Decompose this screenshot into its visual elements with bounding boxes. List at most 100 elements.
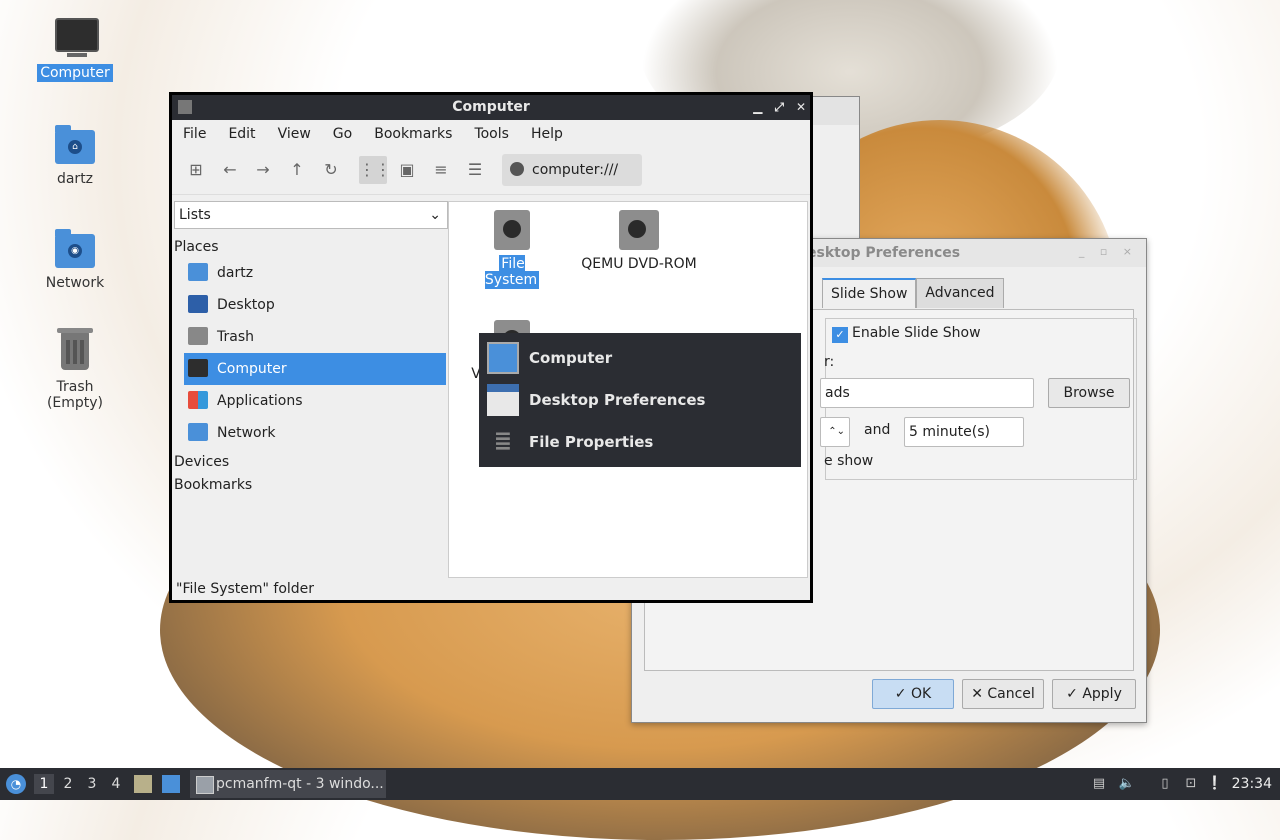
- desktop-icon-computer[interactable]: Computer: [25, 16, 125, 82]
- window-switcher: Computer Desktop Preferences ≣ File Prop…: [479, 333, 801, 467]
- devices-header[interactable]: Devices: [174, 454, 229, 470]
- apply-button[interactable]: ✓ Apply: [1052, 679, 1136, 709]
- menu-bookmarks[interactable]: Bookmarks: [367, 126, 459, 142]
- tab-bar: Slide Show Advanced: [822, 278, 1004, 308]
- switcher-item-file-properties[interactable]: ≣ File Properties: [483, 421, 797, 463]
- menu-edit[interactable]: Edit: [221, 126, 262, 142]
- tab-advanced[interactable]: Advanced: [916, 278, 1004, 308]
- sidebar-item-label: Trash: [217, 329, 254, 345]
- places-header[interactable]: Places: [174, 239, 219, 255]
- removable-media-icon[interactable]: ▯: [1156, 775, 1174, 793]
- menu-help[interactable]: Help: [524, 126, 570, 142]
- workspace-4[interactable]: 4: [106, 774, 126, 794]
- chevron-down-icon: ⌄: [429, 207, 441, 223]
- trash-icon: [188, 327, 208, 345]
- desktop-icon-trash[interactable]: Trash (Empty): [25, 328, 125, 412]
- sidebar-item-trash[interactable]: Trash: [184, 321, 446, 353]
- back-icon[interactable]: ←: [216, 156, 244, 184]
- up-icon[interactable]: ↑: [283, 156, 311, 184]
- sidebar-item-label: Network: [217, 425, 276, 441]
- side-pane: Lists ⌄ Places dartz Desktop Trash Comput…: [172, 201, 448, 576]
- optical-drive-icon: [619, 210, 659, 250]
- workspace-3[interactable]: 3: [82, 774, 102, 794]
- menu-go[interactable]: Go: [326, 126, 359, 142]
- maximize-icon[interactable]: ⤢: [774, 95, 784, 120]
- icon-view-icon[interactable]: ⋮⋮: [359, 156, 391, 184]
- workspace-1[interactable]: 1: [34, 774, 54, 794]
- compact-view-icon[interactable]: ≡: [427, 156, 455, 184]
- network-status-icon[interactable]: ⊡: [1182, 775, 1200, 793]
- task-label: pcmanfm-qt - 3 windo...: [216, 776, 384, 792]
- clipboard-icon[interactable]: ▤: [1090, 775, 1108, 793]
- hours-spinbox[interactable]: ⌃⌄: [820, 417, 850, 447]
- window-icon: [178, 100, 192, 114]
- cancel-button[interactable]: ✕ Cancel: [962, 679, 1044, 709]
- taskbar-task-pcmanfm[interactable]: pcmanfm-qt - 3 windo...: [190, 770, 386, 798]
- desktop-icon-dartz[interactable]: ⌂ dartz: [25, 122, 125, 188]
- reload-icon[interactable]: ↻: [317, 156, 345, 184]
- trash-icon: [53, 328, 97, 374]
- switcher-item-label: File Properties: [529, 433, 654, 451]
- folder-field[interactable]: ads: [820, 378, 1034, 408]
- volume-icon[interactable]: 🔈: [1118, 775, 1136, 793]
- status-bar: "File System" folder: [176, 581, 315, 597]
- workspace-2[interactable]: 2: [58, 774, 78, 794]
- ok-button[interactable]: ✓ OK: [872, 679, 954, 709]
- browse-button[interactable]: Browse: [1048, 378, 1130, 408]
- sidebar-item-dartz[interactable]: dartz: [184, 257, 446, 289]
- sidebar-item-computer[interactable]: Computer: [184, 353, 446, 385]
- sidebar-item-label: Computer: [217, 361, 287, 377]
- tab-slide-show[interactable]: Slide Show: [822, 278, 917, 308]
- and-label: and: [864, 422, 891, 438]
- sidebar-item-desktop[interactable]: Desktop: [184, 289, 446, 321]
- enable-slideshow-checkbox[interactable]: ✓: [832, 327, 848, 343]
- menu-bar: File Edit View Go Bookmarks Tools Help: [172, 120, 810, 148]
- update-notifier-icon[interactable]: ❕: [1206, 775, 1224, 793]
- window-icon: [196, 776, 214, 794]
- file-item-label: QEMU DVD-ROM: [581, 256, 697, 272]
- monitor-icon: [53, 16, 99, 60]
- home-folder-icon: ⌂: [53, 122, 97, 166]
- side-pane-mode-value: Lists: [179, 207, 211, 223]
- side-pane-mode-select[interactable]: Lists ⌄: [174, 201, 448, 229]
- detailed-list-icon[interactable]: ☰: [461, 156, 489, 184]
- window-titlebar[interactable]: Computer ▁ ⤢ ✕: [172, 95, 810, 120]
- home-folder-icon: [188, 263, 208, 281]
- new-tab-icon[interactable]: ⊞: [182, 156, 210, 184]
- sidebar-item-applications[interactable]: Applications: [184, 385, 446, 417]
- switcher-item-label: Desktop Preferences: [529, 391, 706, 409]
- minimize-icon[interactable]: ▁: [753, 95, 762, 120]
- bookmarks-header[interactable]: Bookmarks: [174, 477, 252, 493]
- address-bar[interactable]: computer:///: [502, 154, 642, 186]
- start-menu-icon[interactable]: ◔: [6, 774, 26, 794]
- computer-icon: [188, 359, 208, 377]
- forward-icon[interactable]: →: [249, 156, 277, 184]
- network-folder-icon: ◉: [53, 226, 97, 270]
- enable-slideshow-label: Enable Slide Show: [852, 325, 981, 341]
- file-item-qemu-dvd[interactable]: QEMU DVD-ROM: [577, 210, 701, 272]
- switcher-item-desktop-preferences[interactable]: Desktop Preferences: [483, 379, 797, 421]
- thumbnail-view-icon[interactable]: ▣: [393, 156, 421, 184]
- menu-tools[interactable]: Tools: [467, 126, 516, 142]
- folder-window-icon: [487, 342, 519, 374]
- switcher-item-label: Computer: [529, 349, 613, 367]
- file-item-filesystem[interactable]: File System: [471, 210, 553, 289]
- taskbar: ◔ 1 2 3 4 pcmanfm-qt - 3 windo... ▤ 🔈 ▯ …: [0, 768, 1280, 800]
- close-icon[interactable]: ✕: [796, 95, 806, 120]
- menu-view[interactable]: View: [271, 126, 318, 142]
- slideshow-group: ✓ Enable Slide Show r: ads Browse ⌃⌄ and…: [820, 318, 1137, 480]
- sidebar-item-label: dartz: [217, 265, 254, 281]
- show-desktop-icon[interactable]: [162, 775, 180, 793]
- sidebar-item-network[interactable]: Network: [184, 417, 446, 449]
- minutes-spinbox[interactable]: 5 minute(s): [904, 417, 1024, 447]
- sidebar-item-label: Applications: [217, 393, 303, 409]
- window-controls[interactable]: _ ▫ ×: [1079, 245, 1138, 258]
- desktop-icon-network[interactable]: ◉ Network: [25, 226, 125, 292]
- desktop-icon-label: Computer: [37, 64, 113, 82]
- menu-file[interactable]: File: [176, 126, 213, 142]
- clock[interactable]: 23:34: [1232, 768, 1272, 800]
- file-item-label: File System: [484, 255, 540, 289]
- desktop-icon-label: dartz: [56, 171, 94, 187]
- switcher-item-computer[interactable]: Computer: [483, 337, 797, 379]
- file-manager-launcher-icon[interactable]: [134, 775, 152, 793]
